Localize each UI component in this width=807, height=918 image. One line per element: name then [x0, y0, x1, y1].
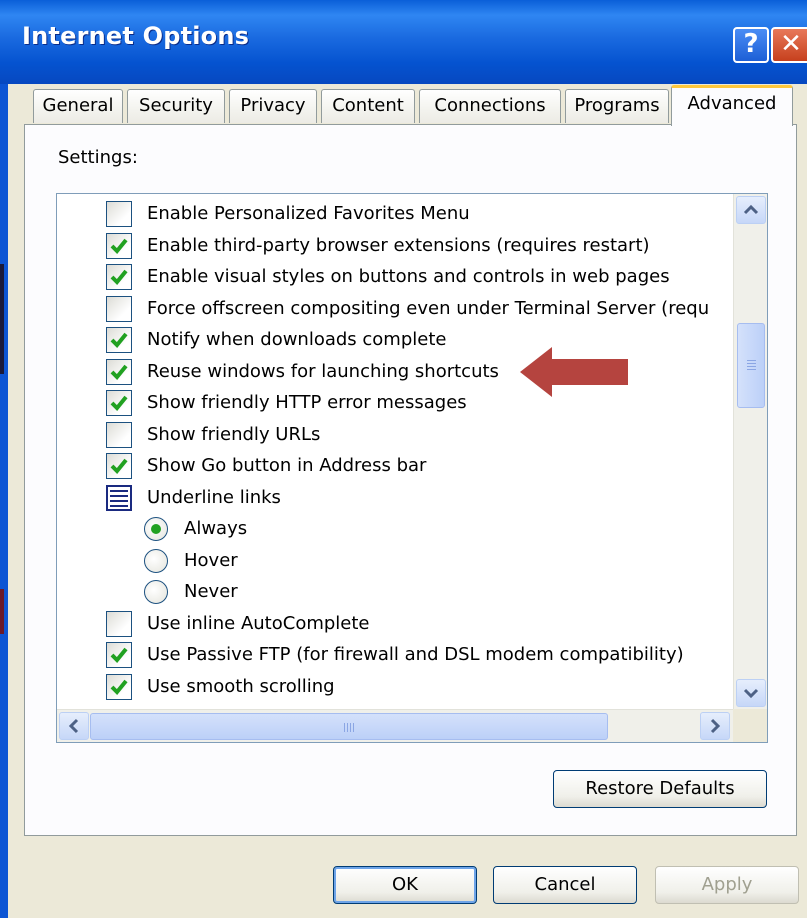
- radio-button[interactable]: [144, 548, 168, 573]
- frame-artifact: [0, 264, 4, 374]
- window-title: Internet Options: [22, 22, 250, 50]
- ok-button[interactable]: OK: [333, 866, 477, 904]
- checkmark-icon: [110, 395, 128, 411]
- setting-label: Never: [184, 581, 238, 602]
- frame-artifact: [0, 589, 4, 634]
- scrollbar-corner: [733, 709, 767, 742]
- tab-content[interactable]: Content: [321, 89, 415, 123]
- checkbox[interactable]: [106, 327, 132, 353]
- checkbox[interactable]: [106, 673, 132, 700]
- scroll-up-button[interactable]: [736, 196, 766, 224]
- chevron-left-icon: [68, 718, 79, 734]
- settings-rows: Enable Personalized Favorites Menu Enable…: [57, 194, 733, 709]
- chevron-down-icon: [743, 688, 759, 699]
- setting-label: Enable third-party browser extensions (r…: [147, 234, 650, 256]
- tab-general[interactable]: General: [33, 89, 123, 123]
- tab-privacy[interactable]: Privacy: [229, 89, 317, 123]
- window-frame-left: [0, 84, 8, 918]
- setting-label: Show friendly HTTP error messages: [147, 392, 467, 413]
- checkmark-icon: [110, 364, 128, 380]
- chevron-right-icon: [710, 718, 721, 734]
- setting-checkbox-row[interactable]: Reuse windows for launching shortcuts: [57, 356, 733, 387]
- restore-defaults-button[interactable]: Restore Defaults: [553, 770, 767, 808]
- setting-checkbox-row[interactable]: Use smooth scrolling: [57, 671, 733, 702]
- annotation-arrow-icon: [520, 347, 628, 397]
- title-bar: Internet Options ? ✕: [0, 0, 807, 84]
- setting-checkbox-row[interactable]: Use Passive FTP (for firewall and DSL mo…: [57, 639, 733, 670]
- checkbox[interactable]: [106, 390, 132, 416]
- checkmark-icon: [110, 679, 128, 695]
- setting-label: Enable visual styles on buttons and cont…: [147, 266, 670, 287]
- setting-radio-row[interactable]: Always: [57, 513, 733, 544]
- setting-radio-row[interactable]: Hover: [57, 545, 733, 576]
- radio-selected-dot: [151, 524, 161, 534]
- checkbox[interactable]: [106, 201, 132, 227]
- scroll-left-button[interactable]: [59, 712, 89, 740]
- tab-programs[interactable]: Programs: [565, 89, 669, 123]
- setting-radio-row[interactable]: Never: [57, 576, 733, 607]
- cancel-button[interactable]: Cancel: [493, 866, 637, 904]
- setting-checkbox-row[interactable]: Notify when downloads complete: [57, 324, 733, 355]
- setting-label: Reuse windows for launching shortcuts: [147, 360, 499, 382]
- setting-checkbox-row[interactable]: Use inline AutoComplete: [57, 608, 733, 639]
- setting-label: Use Passive FTP (for firewall and DSL mo…: [147, 644, 684, 665]
- checkmark-icon: [110, 332, 128, 348]
- checkbox[interactable]: [106, 421, 132, 448]
- setting-checkbox-row[interactable]: Enable Personalized Favorites Menu: [57, 198, 733, 229]
- setting-label: Show Go button in Address bar: [147, 455, 427, 476]
- checkmark-icon: [110, 238, 128, 254]
- checkbox[interactable]: [106, 453, 132, 479]
- settings-list[interactable]: Enable Personalized Favorites Menu Enable…: [56, 193, 768, 743]
- setting-label: Show friendly URLs: [147, 423, 321, 445]
- checkmark-icon: [110, 647, 128, 663]
- checkbox[interactable]: [106, 610, 132, 637]
- close-button[interactable]: ✕: [771, 27, 807, 63]
- radio-button[interactable]: [144, 517, 168, 541]
- settings-group-icon: [106, 484, 132, 511]
- horizontal-scrollbar[interactable]: [57, 709, 733, 742]
- checkbox[interactable]: [106, 295, 132, 322]
- apply-button[interactable]: Apply: [655, 866, 799, 904]
- group-icon-wrap: [106, 484, 132, 511]
- checkbox[interactable]: [106, 264, 132, 290]
- setting-checkbox-row[interactable]: Force offscreen compositing even under T…: [57, 293, 733, 324]
- setting-checkbox-row[interactable]: Enable visual styles on buttons and cont…: [57, 261, 733, 292]
- help-button[interactable]: ?: [733, 27, 769, 63]
- checkmark-icon: [110, 458, 128, 474]
- setting-label: Use inline AutoComplete: [147, 612, 370, 634]
- settings-label: Settings:: [58, 147, 138, 168]
- scroll-down-button[interactable]: [736, 679, 766, 707]
- scroll-right-button[interactable]: [700, 712, 730, 740]
- chevron-up-icon: [743, 204, 759, 215]
- setting-label: Use smooth scrolling: [147, 675, 335, 697]
- setting-label: Notify when downloads complete: [147, 329, 447, 350]
- setting-label: Force offscreen compositing even under T…: [147, 297, 710, 319]
- tab-connections[interactable]: Connections: [419, 89, 561, 123]
- checkbox[interactable]: [106, 358, 132, 385]
- setting-checkbox-row[interactable]: Show Go button in Address bar: [57, 450, 733, 481]
- setting-checkbox-row[interactable]: Show friendly URLs: [57, 419, 733, 450]
- radio-button[interactable]: [144, 580, 168, 604]
- setting-checkbox-row[interactable]: Enable third-party browser extensions (r…: [57, 230, 733, 261]
- checkmark-icon: [110, 269, 128, 285]
- setting-label: Always: [184, 518, 248, 539]
- vertical-scroll-thumb[interactable]: [737, 323, 765, 408]
- setting-label: Underline links: [147, 486, 281, 508]
- setting-label: Enable Personalized Favorites Menu: [147, 203, 470, 224]
- vertical-scrollbar[interactable]: [733, 194, 767, 709]
- setting-checkbox-row[interactable]: Show friendly HTTP error messages: [57, 387, 733, 418]
- tab-security[interactable]: Security: [127, 89, 225, 123]
- horizontal-scroll-thumb[interactable]: [90, 713, 608, 740]
- tab-advanced[interactable]: Advanced: [671, 85, 793, 126]
- setting-group-row: Underline links: [57, 482, 733, 513]
- setting-label: Hover: [184, 549, 238, 571]
- checkbox[interactable]: [106, 642, 132, 668]
- checkbox[interactable]: [106, 232, 132, 259]
